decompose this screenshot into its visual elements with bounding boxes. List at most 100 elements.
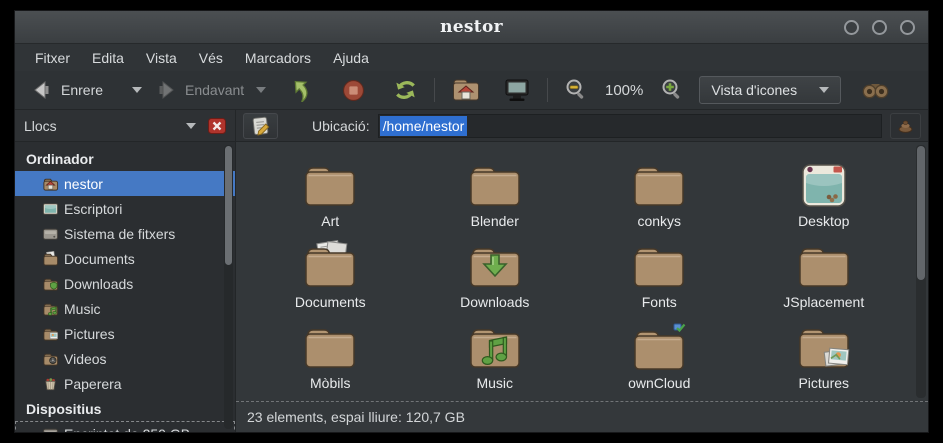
- file-item[interactable]: ownCloud: [577, 314, 742, 392]
- main-area: Ordinador nestor Escriptori Sist: [15, 142, 928, 432]
- file-item[interactable]: Blender: [413, 152, 578, 230]
- sidebar-row[interactable]: nestor: [15, 171, 235, 196]
- file-label: Art: [321, 213, 339, 230]
- sidebar-row[interactable]: Videos: [15, 346, 235, 371]
- home-button[interactable]: [444, 73, 488, 107]
- documents-folder-icon: [41, 251, 59, 267]
- zoom-in-icon: [660, 78, 684, 102]
- location-label: Ubicació:: [312, 118, 370, 134]
- menu-ajuda[interactable]: Ajuda: [322, 46, 380, 70]
- window-button-icon[interactable]: [844, 20, 859, 35]
- menu-marcadors[interactable]: Marcadors: [234, 46, 322, 70]
- file-label: Desktop: [798, 213, 849, 230]
- file-manager-window: nestor Fitxer Edita Vista Vés Marcadors …: [14, 10, 929, 433]
- files-scrollbar[interactable]: [916, 145, 926, 398]
- sidebar-scrollbar[interactable]: [224, 145, 233, 429]
- filesystem-icon: [41, 226, 59, 242]
- menu-vista[interactable]: Vista: [135, 46, 188, 70]
- view-mode-selector[interactable]: Vista d'icones: [699, 76, 841, 104]
- view-mode-caret-icon: [819, 87, 829, 93]
- places-caret-icon[interactable]: [186, 123, 196, 129]
- toolbar-separator: [434, 78, 435, 102]
- file-label: Downloads: [460, 294, 529, 311]
- folder-icon: [468, 156, 522, 210]
- file-item[interactable]: Documents: [248, 233, 413, 311]
- folder-icon: [303, 156, 357, 210]
- folder-icon: [797, 237, 851, 291]
- back-button[interactable]: Enrere: [25, 76, 149, 104]
- window-button-icon[interactable]: [900, 20, 915, 35]
- edit-path-button[interactable]: [243, 113, 278, 139]
- folder-icon: [632, 237, 686, 291]
- files-view[interactable]: Art Blender conkys: [236, 142, 928, 402]
- window-button-icon[interactable]: [872, 20, 887, 35]
- sidebar-row-label: Dispositius: [26, 401, 101, 417]
- view-mode-label: Vista d'icones: [711, 82, 797, 98]
- sidebar-row-label: Pictures: [64, 326, 115, 342]
- sidebar-row[interactable]: Pictures: [15, 321, 235, 346]
- zoom-in-button[interactable]: [653, 74, 691, 106]
- sidebar-row[interactable]: Documents: [15, 246, 235, 271]
- forward-button[interactable]: Endavant: [149, 76, 273, 104]
- path-input[interactable]: /home/nestor: [378, 114, 882, 138]
- reload-button[interactable]: [386, 74, 425, 106]
- zoom-out-icon: [564, 78, 588, 102]
- stop-icon: [342, 79, 365, 102]
- path-selected-text: /home/nestor: [380, 116, 468, 136]
- location-bar: Ubicació: /home/nestor: [236, 110, 928, 141]
- stop-button[interactable]: [335, 75, 372, 106]
- back-history-caret-icon[interactable]: [132, 87, 142, 93]
- sidebar-row[interactable]: Escriptori: [15, 196, 235, 221]
- disk-icon: [41, 426, 59, 433]
- forward-history-caret-icon[interactable]: [256, 87, 266, 93]
- sidebar-row-label: Sistema de fitxers: [64, 226, 175, 242]
- menu-ves[interactable]: Vés: [188, 46, 234, 70]
- owncloud-large-icon: [632, 318, 686, 372]
- binoculars-icon: [862, 80, 889, 100]
- sidebar-row[interactable]: Music: [15, 296, 235, 321]
- file-item[interactable]: JSplacement: [742, 233, 907, 311]
- file-item[interactable]: Downloads: [413, 233, 578, 311]
- search-button[interactable]: [855, 76, 896, 104]
- pictures-folder-icon: [41, 326, 59, 342]
- file-item[interactable]: Pictures: [742, 314, 907, 392]
- sidebar-scrollbar-thumb[interactable]: [225, 146, 232, 265]
- file-item[interactable]: conkys: [577, 152, 742, 230]
- back-arrow-icon: [32, 80, 52, 100]
- sidebar-row[interactable]: Paperera: [15, 371, 235, 396]
- file-label: Fonts: [642, 294, 677, 311]
- files-scrollbar-thumb[interactable]: [917, 146, 925, 280]
- folder-icon: [303, 318, 357, 372]
- computer-button[interactable]: [496, 74, 538, 107]
- file-item[interactable]: Fonts: [577, 233, 742, 311]
- computer-monitor-icon: [503, 78, 531, 103]
- videos-folder-icon: [41, 351, 59, 367]
- file-item[interactable]: Art: [248, 152, 413, 230]
- notes-pencil-icon: [249, 115, 272, 137]
- files-grid: Art Blender conkys: [236, 142, 928, 392]
- places-title: Llocs: [24, 118, 186, 134]
- sidebar-row[interactable]: Downloads: [15, 271, 235, 296]
- zoom-out-button[interactable]: [557, 74, 595, 106]
- sidebar-row[interactable]: Ordinador: [15, 146, 235, 171]
- file-item[interactable]: Music: [413, 314, 578, 392]
- go-button[interactable]: [890, 113, 921, 139]
- window-title: nestor: [15, 17, 928, 37]
- pathrow: Llocs Ubicació: /home/nestor: [15, 110, 928, 142]
- go-up-button[interactable]: [281, 74, 321, 106]
- menu-edita[interactable]: Edita: [81, 46, 135, 70]
- close-sidepane-button[interactable]: [208, 118, 226, 134]
- up-arrow-icon: [288, 78, 314, 102]
- file-item[interactable]: Desktop: [742, 152, 907, 230]
- file-label: ownCloud: [628, 375, 690, 392]
- sidebar-row[interactable]: Dispositius: [15, 396, 235, 421]
- forward-label: Endavant: [185, 82, 247, 98]
- sidebar-row[interactable]: Sistema de fitxers: [15, 221, 235, 246]
- sidebar-row[interactable]: Encriptat de 250 GB: [15, 421, 235, 432]
- menu-fitxer[interactable]: Fitxer: [24, 46, 81, 70]
- file-label: Pictures: [798, 375, 849, 392]
- file-item[interactable]: Mòbils: [248, 314, 413, 392]
- back-label: Enrere: [61, 82, 123, 98]
- downloads-large-icon: [468, 237, 522, 291]
- statusbar: 23 elements, espai lliure: 120,7 GB: [236, 402, 928, 432]
